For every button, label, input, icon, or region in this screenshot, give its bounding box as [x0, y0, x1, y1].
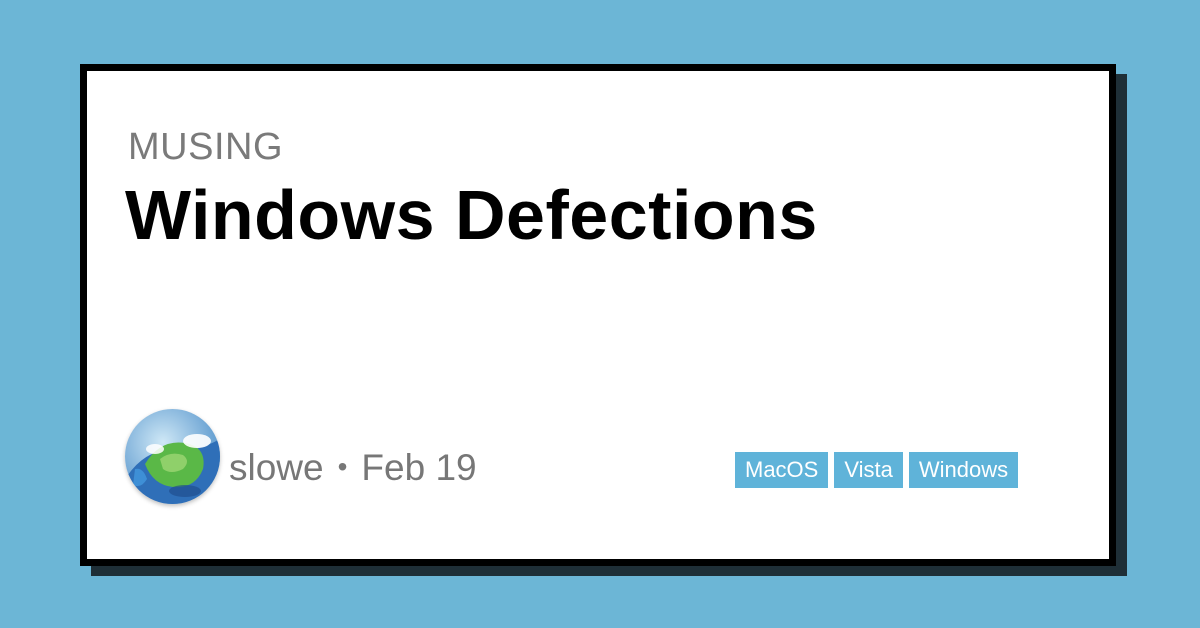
post-category: MUSING — [128, 126, 283, 168]
post-byline: slowe • Feb 19 — [229, 447, 477, 489]
post-date: Feb 19 — [361, 447, 477, 488]
post-card[interactable]: MUSING Windows Defections slowe • Feb 19 M… — [80, 64, 1116, 566]
tag-macos[interactable]: MacOS — [735, 452, 829, 488]
author-name[interactable]: slowe — [229, 447, 324, 488]
post-title[interactable]: Windows Defections — [125, 175, 818, 255]
author-avatar[interactable] — [125, 409, 220, 504]
earth-globe-icon — [125, 409, 220, 504]
byline-separator: • — [337, 451, 348, 482]
tag-list: MacOS Vista Windows — [735, 452, 1019, 488]
tag-vista[interactable]: Vista — [834, 452, 903, 488]
tag-windows[interactable]: Windows — [908, 452, 1019, 488]
